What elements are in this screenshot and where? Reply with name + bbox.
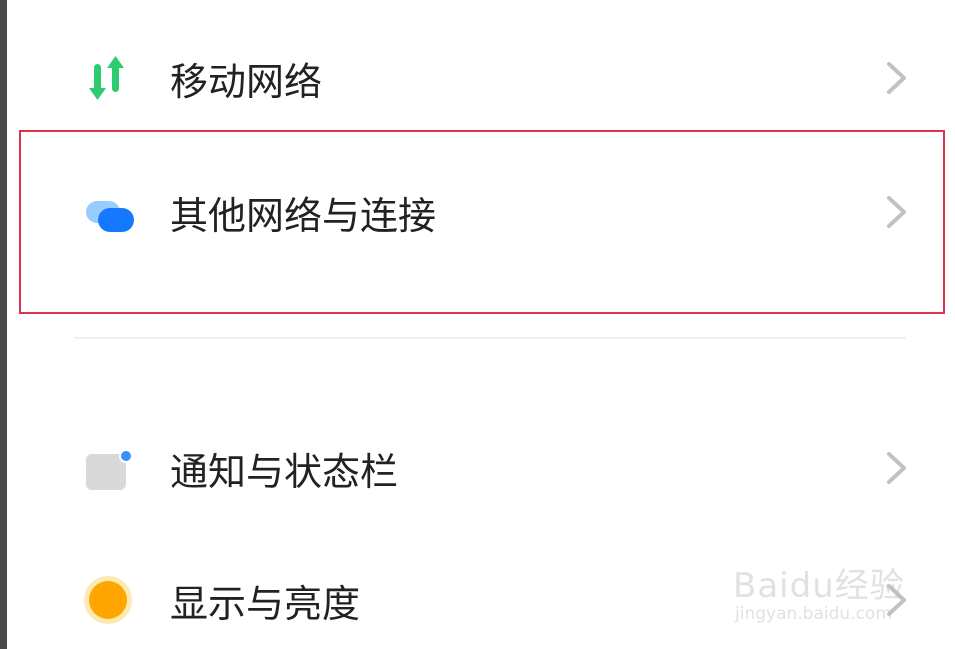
mobile-data-icon: [80, 50, 136, 106]
notification-icon: [80, 440, 136, 496]
settings-item-label: 显示与亮度: [170, 581, 361, 626]
left-edge-bar: [0, 0, 7, 649]
chevron-right-icon: [880, 448, 910, 488]
baidu-watermark: Baidu经验 jingyan.baidu.com: [733, 548, 923, 628]
chevron-right-icon: [880, 58, 910, 98]
section-divider: [74, 337, 906, 339]
highlight-box: [19, 130, 945, 314]
settings-item-mobile-network[interactable]: 移动网络: [70, 38, 910, 118]
settings-item-notifications[interactable]: 通知与状态栏: [70, 428, 910, 508]
watermark-main-text: Baidu经验: [733, 566, 905, 606]
settings-item-label: 移动网络: [170, 59, 323, 104]
settings-item-label: 通知与状态栏: [170, 449, 399, 494]
watermark-sub-text: jingyan.baidu.com: [735, 604, 892, 624]
brightness-icon: [80, 572, 136, 628]
